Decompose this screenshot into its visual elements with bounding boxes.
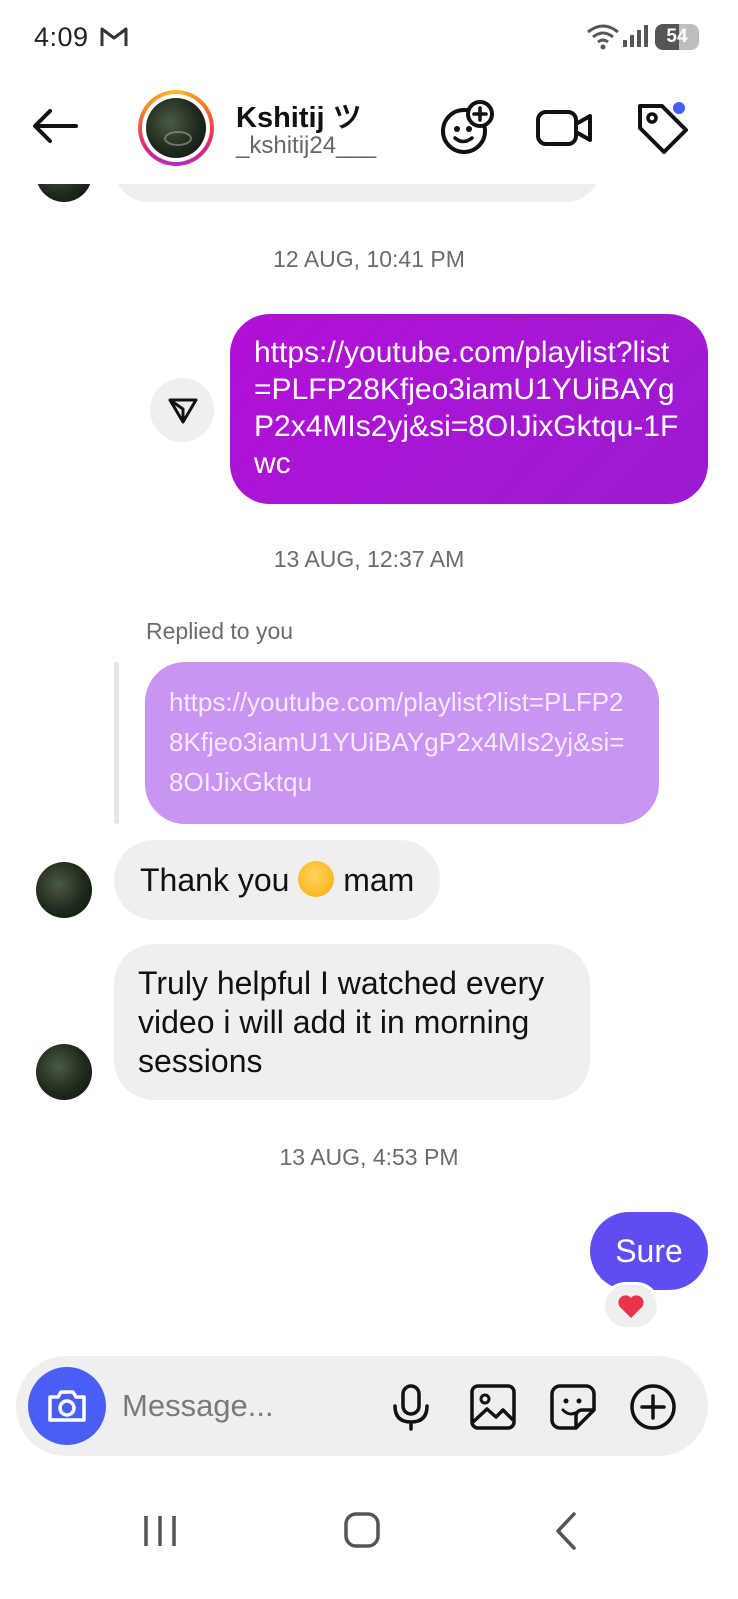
message-bubble[interactable]: Thank you mam <box>114 840 441 920</box>
gallery-icon[interactable] <box>468 1382 518 1432</box>
wifi-icon <box>587 24 619 50</box>
sent-message-bubble[interactable]: Sure <box>590 1212 708 1290</box>
reaction-badge[interactable] <box>602 1282 660 1330</box>
chat-header: Kshitij ツ _kshitij24___ <box>0 72 738 184</box>
sticker-icon[interactable] <box>548 1382 598 1432</box>
message-bubble[interactable]: Truly helpful I watched every video i wi… <box>114 944 590 1100</box>
microphone-icon[interactable] <box>386 1382 436 1432</box>
reply-indicator-bar <box>114 662 119 824</box>
heart-icon <box>618 1295 644 1318</box>
camera-icon <box>48 1390 86 1422</box>
back-arrow-icon[interactable] <box>30 106 80 146</box>
contact-name[interactable]: Kshitij ツ <box>236 94 362 136</box>
games-icon[interactable] <box>436 98 496 158</box>
message-text: mam <box>334 862 415 898</box>
message-thread[interactable]: 12 AUG, 10:41 PM https://youtube.com/pla… <box>0 184 738 1354</box>
contact-username[interactable]: _kshitij24___ <box>236 132 376 160</box>
sender-avatar[interactable] <box>36 1044 92 1100</box>
replied-label: Replied to you <box>146 618 294 644</box>
video-call-icon[interactable] <box>534 98 594 158</box>
timestamp: 13 AUG, 4:53 PM <box>279 1144 459 1170</box>
status-time: 4:09 <box>34 22 89 52</box>
sender-avatar[interactable] <box>36 184 92 202</box>
partial-message-bubble[interactable] <box>114 184 600 202</box>
message-text: Thank you <box>140 862 299 898</box>
sender-avatar[interactable] <box>36 862 92 918</box>
send-icon <box>168 398 198 424</box>
system-nav-bar <box>0 1470 738 1599</box>
gmail-icon <box>100 27 128 46</box>
link-message-bubble[interactable]: https://youtube.com/playlist?list=PLFP28… <box>230 314 708 504</box>
status-bar: 4:09 54 <box>0 0 738 72</box>
add-icon[interactable] <box>628 1382 678 1432</box>
timestamp: 13 AUG, 12:37 AM <box>273 546 465 572</box>
home-icon[interactable] <box>332 1506 392 1556</box>
battery-indicator: 54 <box>655 24 699 50</box>
message-input[interactable] <box>122 1382 372 1430</box>
notification-dot <box>671 100 687 116</box>
quoted-reply-bubble[interactable]: https://youtube.com/playlist?list=PLFP28… <box>145 662 659 824</box>
battery-level: 54 <box>666 26 688 47</box>
contact-avatar[interactable] <box>138 90 214 166</box>
message-composer <box>16 1356 708 1456</box>
timestamp: 12 AUG, 10:41 PM <box>273 246 465 272</box>
camera-button[interactable] <box>28 1367 106 1445</box>
recent-apps-icon[interactable] <box>130 1506 190 1556</box>
share-button[interactable] <box>150 378 214 442</box>
signal-icon <box>623 25 648 47</box>
smiling-face-emoji <box>298 861 335 897</box>
back-icon[interactable] <box>536 1506 596 1556</box>
